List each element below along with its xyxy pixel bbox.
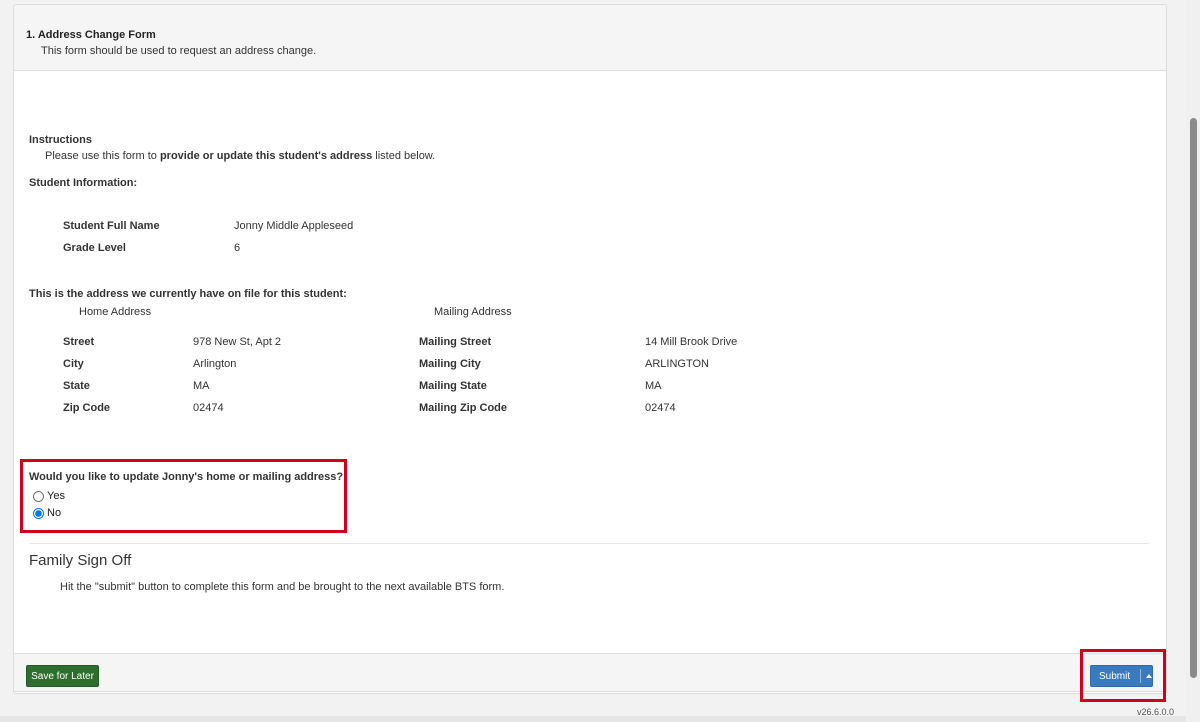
street-value: 978 New St, Apt 2 <box>193 336 282 348</box>
instructions-heading: Instructions <box>29 134 92 146</box>
save-for-later-button[interactable]: Save for Later <box>26 665 99 687</box>
city-value: Arlington <box>193 358 237 370</box>
instructions-text-prefix: Please use this form to <box>45 150 160 162</box>
mailing-city-label: Mailing City <box>419 358 481 370</box>
mailing-city-value: ARLINGTON <box>645 358 709 370</box>
home-address-header: Home Address <box>79 306 152 318</box>
instructions-text-suffix: listed below. <box>372 150 436 162</box>
section-divider <box>29 543 1149 544</box>
option-yes-label: Yes <box>47 490 65 502</box>
instructions-text-bold: provide or update this student's address <box>159 150 373 162</box>
submit-button-label: Submit <box>1099 670 1131 682</box>
family-sign-off-title: Family Sign Off <box>29 552 132 569</box>
city-label: City <box>63 358 84 370</box>
scrollbar-thumb[interactable] <box>1190 118 1197 678</box>
zip-code-label: Zip Code <box>63 402 111 414</box>
mailing-street-value: 14 Mill Brook Drive <box>645 336 738 348</box>
mailing-state-value: MA <box>645 380 662 392</box>
address-heading: This is the address we currently have on… <box>29 288 347 300</box>
submit-button-separator <box>1140 669 1141 683</box>
family-sign-off-text: Hit the "submit" button to complete this… <box>60 581 505 593</box>
update-address-question: Would you like to update Jonny's home or… <box>29 471 344 483</box>
option-no[interactable]: No <box>33 507 61 519</box>
mailing-address-header: Mailing Address <box>434 306 512 318</box>
grade-level-value: 6 <box>234 242 241 254</box>
radio-no[interactable] <box>33 507 44 519</box>
submit-button[interactable]: Submit <box>1090 665 1153 687</box>
student-name-value: Jonny Middle Appleseed <box>234 220 354 232</box>
mailing-street-label: Mailing Street <box>419 336 492 348</box>
student-info-heading: Student Information: <box>29 177 138 189</box>
bottom-strip <box>0 716 1186 722</box>
option-yes[interactable]: Yes <box>33 490 65 502</box>
form-title: 1. Address Change Form <box>26 29 156 41</box>
form-description: This form should be used to request an a… <box>41 45 317 57</box>
mailing-zip-code-value: 02474 <box>645 402 676 414</box>
grade-level-label: Grade Level <box>63 242 126 254</box>
student-name-label: Student Full Name <box>63 220 160 232</box>
form-header: 1. Address Change Form This form should … <box>14 5 1166 71</box>
mailing-state-label: Mailing State <box>419 380 487 392</box>
state-value: MA <box>193 380 210 392</box>
option-no-label: No <box>47 507 62 519</box>
street-label: Street <box>63 336 95 348</box>
caret-up-icon[interactable] <box>1146 674 1152 678</box>
mailing-zip-code-label: Mailing Zip Code <box>419 402 507 414</box>
instructions-text: Please use this form to provide or updat… <box>45 150 435 162</box>
zip-code-value: 02474 <box>193 402 224 414</box>
state-label: State <box>63 380 90 392</box>
radio-yes[interactable] <box>33 490 44 502</box>
form-footer <box>13 653 1165 692</box>
